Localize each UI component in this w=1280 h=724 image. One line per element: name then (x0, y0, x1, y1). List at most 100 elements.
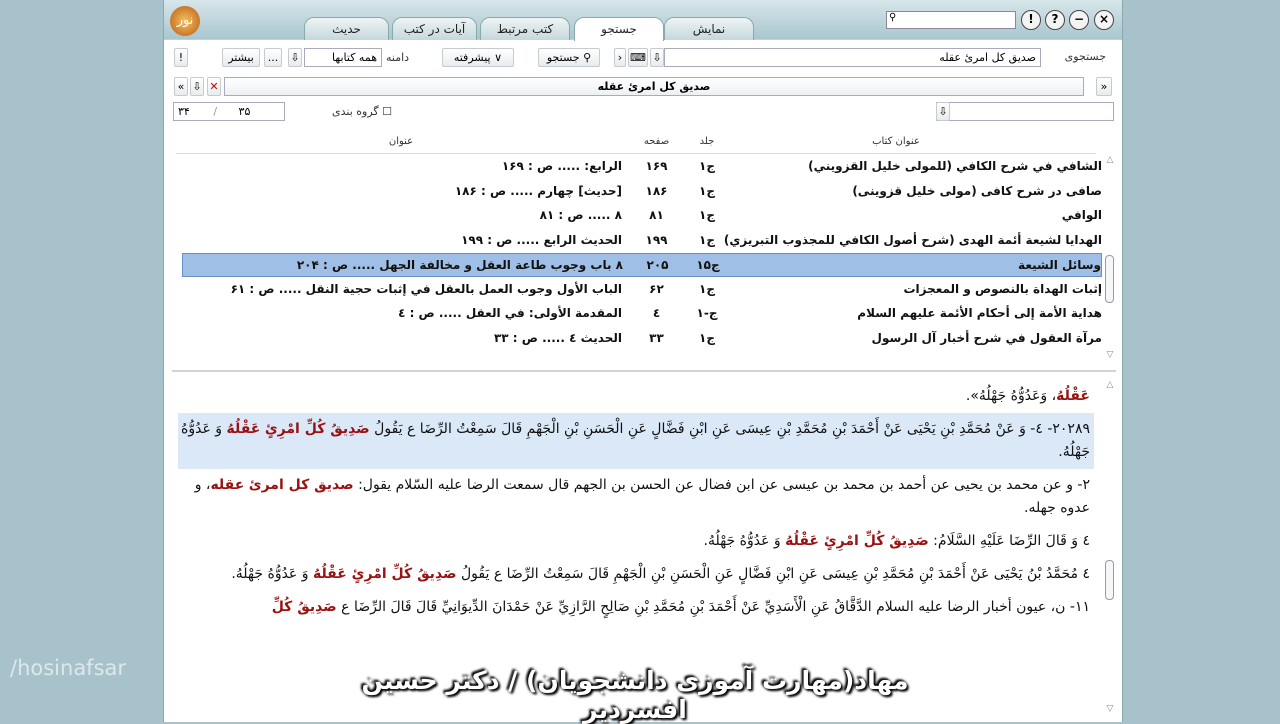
col-book-title[interactable]: عنوان کتاب (716, 136, 1076, 147)
text-segment: ۲- و عن محمد بن يحيى عن أحمد بن محمد بن … (353, 477, 1090, 493)
cell-book: الوافي (1061, 208, 1102, 222)
cell-title: الحديث الرابع ..... ص : ۱۹۹ (461, 232, 622, 247)
cell-title: الرابع: ..... ص : ۱۶۹ (501, 159, 622, 173)
text-scrollbar-thumb[interactable] (1105, 560, 1114, 600)
minimize-icon[interactable]: − (1069, 10, 1089, 30)
total-pages: ۳۴ (178, 105, 190, 118)
current-page: ۳۵ (238, 105, 251, 118)
cell-book: هداية الأمة إلى أحكام الأئمة عليهم السلا… (857, 306, 1102, 320)
quick-search-input[interactable]: ⚲ (886, 11, 1016, 29)
table-row[interactable]: الهدايا لشيعة أئمة الهدى (شرح أصول الكاف… (182, 229, 1102, 253)
title-bar: نور حدیث آیات در کتب کتب مرتبط جستجو نما… (164, 0, 1122, 41)
table-row[interactable]: الشافي في شرح الكافي (للمولى خليل القزوي… (182, 155, 1102, 179)
down-arrow-icon[interactable]: ⇩ (190, 77, 204, 96)
results-table-header: عنوان کتاب جلد صفحه عنوان (176, 132, 1096, 154)
text-segment: ٤ مُحَمَّدُ بْنُ يَحْيَى عَنْ أَحْمَدَ ب… (456, 566, 1090, 582)
tab-search[interactable]: جستجو (574, 17, 664, 41)
clear-filter-icon[interactable]: ✕ (207, 77, 221, 96)
cell-book: صافی در شرح کافی (مولی خلیل قزوینی) (852, 183, 1102, 198)
advanced-button[interactable]: پیشرفته ∨ (442, 48, 514, 67)
cell-page: ۱۹۹ (645, 232, 668, 247)
watermark: /hosinafsar (10, 656, 127, 680)
cell-title: المقدمة الأولى: في العقل ..... ص : ٤ (398, 306, 622, 320)
text-segment: ۲۰۲۸۹- ٤- وَ عَنْ مُحَمَّدِ بْنِ يَحْيَى… (369, 421, 1090, 437)
cell-book: مرآة العقول في شرح أخبار آل الرسول (871, 330, 1102, 345)
search-input[interactable]: صديق كل امرئ عقله (664, 48, 1041, 67)
tab-display[interactable]: نمایش (664, 17, 754, 40)
video-caption: مهاد(مهارت آموزی دانشجویان) / دکتر حسین … (361, 666, 909, 724)
search-label: جستجوی (1064, 50, 1106, 63)
chevron-icon[interactable]: › (614, 48, 626, 67)
cell-volume: ج۱۵ (696, 258, 720, 272)
more-button[interactable]: بیشتر (222, 48, 260, 67)
cell-page: ٤ (652, 306, 661, 320)
grouping-checkbox[interactable]: گروه بندی ☐ (332, 105, 392, 118)
scope-dropdown-icon[interactable]: ⇩ (288, 48, 302, 67)
grouping-label: گروه بندی (332, 105, 379, 118)
tab-related-books[interactable]: کتب مرتبط (480, 17, 570, 40)
scroll-down-icon[interactable]: ▽ (1104, 350, 1116, 360)
text-segment: ، وَعَدُوُّهُ جَهْلُهُ». (965, 388, 1057, 404)
cell-title: الباب الأول وجوب العمل بالعقل في إثبات ح… (230, 281, 622, 296)
text-highlight: صَدِيقُ كُلِّ امْرِئٍ عَقْلُهُ (312, 566, 457, 582)
text-highlight: صديق كل امرئ (248, 477, 354, 493)
page-separator: / (213, 105, 218, 118)
cell-book: إثبات الهداة بالنصوص و المعجزات (903, 281, 1102, 296)
cell-title: ۸ ..... ص : ۸۱ (539, 208, 622, 222)
tab-hadith[interactable]: حدیث (304, 17, 389, 40)
app-window: نور حدیث آیات در کتب کتب مرتبط جستجو نما… (163, 0, 1123, 722)
hadith-text-panel: عَقْلُهُ ، وَعَدُوُّهُ جَهْلُهُ». ۲۰۲۸۹- … (178, 380, 1094, 624)
cell-book: الشافي في شرح الكافي (للمولى خليل القزوي… (808, 159, 1102, 173)
info-button[interactable]: ! (174, 48, 188, 67)
cell-volume: ج۱ (699, 208, 715, 222)
text-segment: وَ عَدُوُّهُ جَهْلُهُ. (703, 533, 786, 549)
help-icon[interactable]: ? (1045, 10, 1065, 30)
scroll-up-icon[interactable]: △ (1104, 155, 1116, 165)
text-highlight: عَقْلُهُ (226, 421, 261, 437)
cell-page: ۲۰۵ (646, 258, 669, 272)
scope-select[interactable]: همه کتابها (304, 48, 382, 67)
table-row[interactable]: وسائل الشيعة ج۱۵ ۲۰۵ ۸ باب وجوب طاعة العقل … (182, 253, 1102, 277)
splitter[interactable] (172, 370, 1116, 372)
keyboard-icon[interactable]: ⌨ (628, 48, 648, 67)
cell-volume: ج۱ (699, 281, 715, 296)
search-button[interactable]: جستجو ⚲ (538, 48, 600, 67)
text-segment: ٤ وَ قَالَ الرِّضَا عَلَيْهِ السَّلَامُ: (928, 533, 1090, 549)
table-row[interactable]: إثبات الهداة بالنصوص و المعجزات ج۱ ۶۲ الباب… (182, 278, 1102, 302)
cell-volume: ج۱ (699, 183, 715, 198)
page-navigator[interactable]: ۳۴ / ۳۵ (173, 102, 285, 121)
alert-icon[interactable]: ! (1021, 10, 1041, 30)
table-row[interactable]: مرآة العقول في شرح أخبار آل الرسول ج۱ ۳۳ ال… (182, 327, 1102, 351)
text-scroll-up-icon[interactable]: △ (1104, 380, 1116, 390)
table-row[interactable]: هداية الأمة إلى أحكام الأئمة عليهم السلا… (182, 302, 1102, 326)
filter-input[interactable] (936, 102, 1114, 121)
cell-volume: ج۱ (699, 159, 715, 173)
cell-volume: ج۱ (699, 232, 715, 247)
search-button-label: جستجو (546, 51, 580, 64)
cell-page: ۱۶۹ (645, 159, 668, 173)
history-dropdown[interactable]: ⇩ (650, 48, 664, 67)
cell-title: [حديث] چهارم ..... ص : ۱۸۶ (454, 183, 622, 198)
col-volume[interactable]: جلد (682, 136, 732, 147)
advanced-label: پیشرفته (453, 51, 491, 64)
text-segment: وَ عَدُوُّهُ جَهْلُهُ. (231, 566, 313, 582)
search-icon: ⚲ (889, 12, 897, 23)
col-title[interactable]: عنوان (176, 136, 626, 147)
table-row[interactable]: الوافي ج۱ ۸۱ ۸ ..... ص : ۸۱ (182, 204, 1102, 228)
expand-left-icon[interactable]: « (174, 77, 188, 96)
table-scrollbar-thumb[interactable] (1105, 255, 1114, 303)
highlighted-hadith: ۲۰۲۸۹- ٤- وَ عَنْ مُحَمَّدِ بْنِ يَحْيَى… (178, 413, 1094, 469)
text-scroll-down-icon[interactable]: ▽ (1104, 704, 1116, 714)
scope-label: دامنه (386, 51, 410, 64)
col-page[interactable]: صفحه (634, 136, 679, 147)
tab-verses-in-books[interactable]: آیات در کتب (392, 17, 477, 40)
cell-page: ۸۱ (649, 208, 664, 222)
cell-page: ۶۲ (649, 281, 664, 296)
table-row[interactable]: صافی در شرح کافی (مولی خلیل قزوینی) ج۱ ۱۸۶… (182, 180, 1102, 204)
cell-volume: ج-۱ (696, 306, 718, 320)
more-dots-button[interactable]: ... (264, 48, 282, 67)
text-highlight: صَدِيقُ كُلِّ (271, 599, 337, 615)
close-icon[interactable]: × (1094, 10, 1114, 30)
expand-right-icon[interactable]: » (1096, 77, 1112, 96)
filter-dropdown-icon[interactable]: ⇩ (936, 102, 950, 121)
